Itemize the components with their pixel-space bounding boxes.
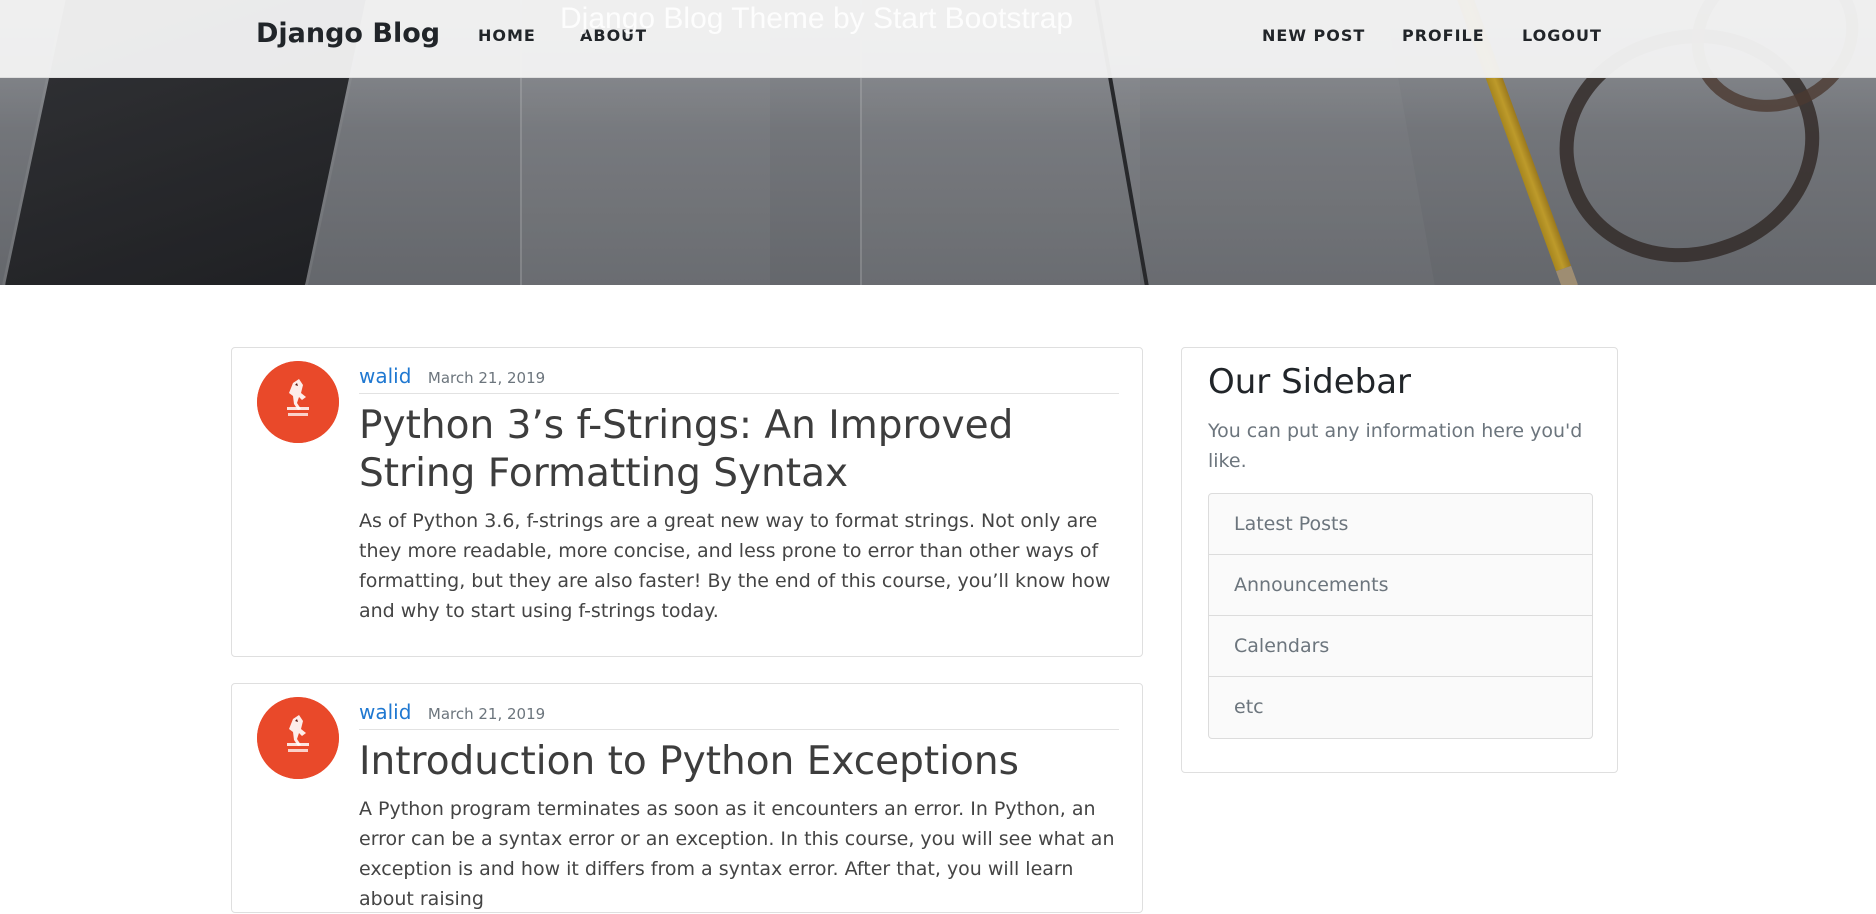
post-author-link[interactable]: walid xyxy=(359,700,411,724)
post-card: walid March 21, 2019 Introduction to Pyt… xyxy=(231,683,1143,913)
nav-logout-link[interactable]: LOGOUT xyxy=(1522,26,1602,45)
author-avatar[interactable] xyxy=(257,361,339,443)
sidebar-description: You can put any information here you'd l… xyxy=(1208,420,1583,472)
sidebar-title: Our Sidebar xyxy=(1208,362,1412,402)
django-pony-avatar-icon xyxy=(257,361,339,443)
sidebar-item-announcements[interactable]: Announcements xyxy=(1209,555,1592,616)
hero-subtitle: Django Blog Theme by Start Bootstrap xyxy=(560,2,1074,35)
post-excerpt: A Python program terminates as soon as i… xyxy=(359,798,1115,910)
post-card: walid March 21, 2019 Python 3’s f-String… xyxy=(231,347,1143,657)
nav-home-link[interactable]: HOME xyxy=(478,26,536,45)
sidebar-list: Latest Posts Announcements Calendars etc xyxy=(1208,493,1593,739)
nav-profile-link[interactable]: PROFILE xyxy=(1402,26,1485,45)
sidebar-item-latest-posts[interactable]: Latest Posts xyxy=(1209,494,1592,555)
post-author-link[interactable]: walid xyxy=(359,364,411,388)
post-meta: walid March 21, 2019 xyxy=(359,700,1119,730)
post-date: March 21, 2019 xyxy=(427,369,546,387)
post-date: March 21, 2019 xyxy=(427,705,546,723)
author-avatar[interactable] xyxy=(257,697,339,779)
sidebar: Our Sidebar You can put any information … xyxy=(1181,347,1618,773)
post-meta: walid March 21, 2019 xyxy=(359,364,1119,394)
sidebar-item-etc[interactable]: etc xyxy=(1209,677,1592,738)
post-title-link[interactable]: Introduction to Python Exceptions xyxy=(359,738,1119,786)
sidebar-item-calendars[interactable]: Calendars xyxy=(1209,616,1592,677)
django-pony-avatar-icon xyxy=(257,697,339,779)
post-title-link[interactable]: Python 3’s f-Strings: An Improved String… xyxy=(359,402,1119,498)
brand-logo-link[interactable]: Django Blog xyxy=(256,18,440,49)
post-excerpt: As of Python 3.6, f-strings are a great … xyxy=(359,510,1111,622)
nav-new-post-link[interactable]: NEW POST xyxy=(1262,26,1365,45)
